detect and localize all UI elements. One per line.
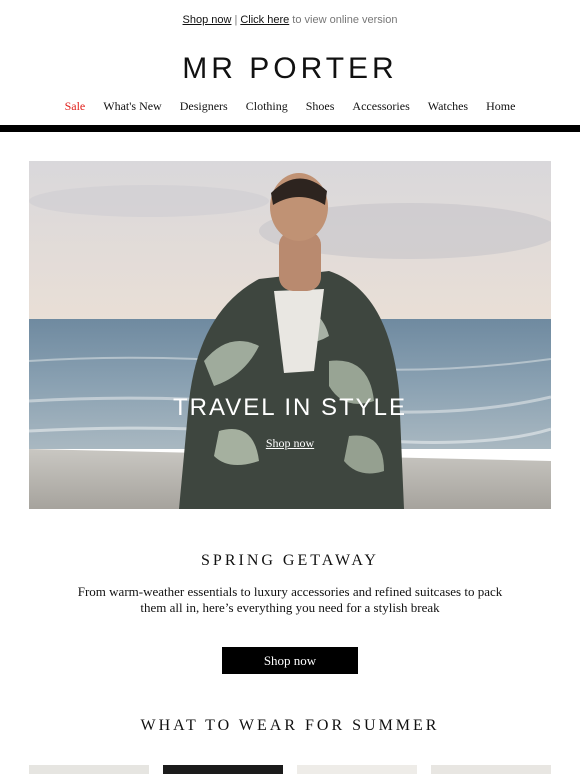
nav-item-clothing[interactable]: Clothing xyxy=(237,99,297,114)
hero-image xyxy=(29,161,551,509)
spring-getaway-heading: SPRING GETAWAY xyxy=(201,552,379,569)
nav-item-accessories[interactable]: Accessories xyxy=(343,99,418,114)
nav-item-sale[interactable]: Sale xyxy=(56,99,95,114)
product-thumbnail-2[interactable] xyxy=(163,765,283,774)
nav-item-home[interactable]: Home xyxy=(477,99,524,114)
product-thumbnail-3[interactable] xyxy=(297,765,417,774)
nav-item-shoes[interactable]: Shoes xyxy=(297,99,344,114)
spring-copy-line-2: them all in, here’s everything you need … xyxy=(140,600,440,615)
nav-item-watches[interactable]: Watches xyxy=(419,99,477,114)
view-online-link[interactable]: Click here xyxy=(240,14,289,26)
product-thumbnails xyxy=(29,765,551,774)
product-thumbnail-1[interactable] xyxy=(29,765,149,774)
topbar-shop-now-link[interactable]: Shop now xyxy=(183,14,232,26)
hero-banner[interactable]: TRAVEL IN STYLE Shop now xyxy=(29,161,551,509)
hero-title: TRAVEL IN STYLE xyxy=(172,394,408,421)
spring-copy-line-1: From warm-weather essentials to luxury a… xyxy=(77,584,503,599)
main-nav: Sale What's New Designers Clothing Shoes… xyxy=(0,99,580,114)
product-thumbnail-4[interactable] xyxy=(431,765,551,774)
topbar-separator: | xyxy=(234,14,238,26)
header-divider xyxy=(0,125,580,132)
view-online-bar: Shop now | Click here to view online versi… xyxy=(0,14,580,26)
spring-shop-now-button[interactable]: Shop now xyxy=(222,647,358,674)
brand-logo[interactable]: MR PORTER xyxy=(0,52,580,86)
hero-shop-now-link[interactable]: Shop now xyxy=(29,436,551,451)
spring-getaway-copy: From warm-weather essentials to luxury a… xyxy=(70,584,510,616)
summer-heading: WHAT TO WEAR FOR SUMMER xyxy=(140,717,440,734)
nav-item-designers[interactable]: Designers xyxy=(171,99,237,114)
nav-item-whats-new[interactable]: What's New xyxy=(94,99,170,114)
view-online-suffix: to view online version xyxy=(292,14,398,26)
